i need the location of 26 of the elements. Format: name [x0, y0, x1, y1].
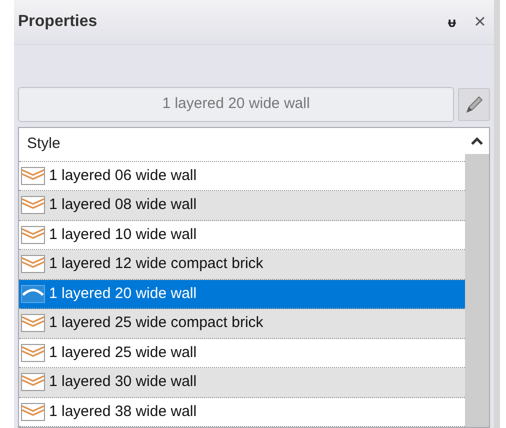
edit-button[interactable]: [458, 88, 490, 121]
chevron-icon: [21, 226, 45, 244]
chevron-icon: [21, 314, 45, 332]
style-row[interactable]: 1 layered 06 wide wall: [19, 162, 465, 191]
chevron-icon: [21, 255, 45, 274]
scroll-up-icon[interactable]: [471, 137, 483, 145]
arch-icon: [21, 284, 45, 303]
style-row[interactable]: 1 layered 25 wide wall: [19, 338, 465, 368]
style-row[interactable]: 1 layered 10 wide wall: [19, 220, 465, 250]
style-row[interactable]: 1 layered 12 wide compact brick: [19, 250, 465, 280]
chevron-icon: [21, 373, 45, 392]
chevron-icon: [21, 402, 45, 421]
style-row[interactable]: 1 layered 30 wide wall: [19, 368, 465, 398]
scrollbar[interactable]: [465, 128, 489, 427]
style-row[interactable]: 1 layered 38 wide wall: [19, 398, 465, 427]
chevron-icon: [21, 166, 45, 185]
style-row[interactable]: 1 layered 20 wide wall: [19, 280, 465, 309]
style-row[interactable]: 1 layered 25 wide compact brick: [19, 309, 465, 338]
style-field[interactable]: 1 layered 20 wide wall: [18, 87, 454, 122]
style-row[interactable]: 1 layered 08 wide wall: [19, 191, 465, 220]
close-button[interactable]: ×: [470, 12, 490, 32]
chevron-icon: [21, 196, 45, 214]
chevron-icon: [21, 344, 45, 362]
panel-title: Properties: [18, 12, 98, 32]
pencil-icon: [463, 94, 485, 116]
pin-button[interactable]: ᵾ: [442, 12, 462, 32]
